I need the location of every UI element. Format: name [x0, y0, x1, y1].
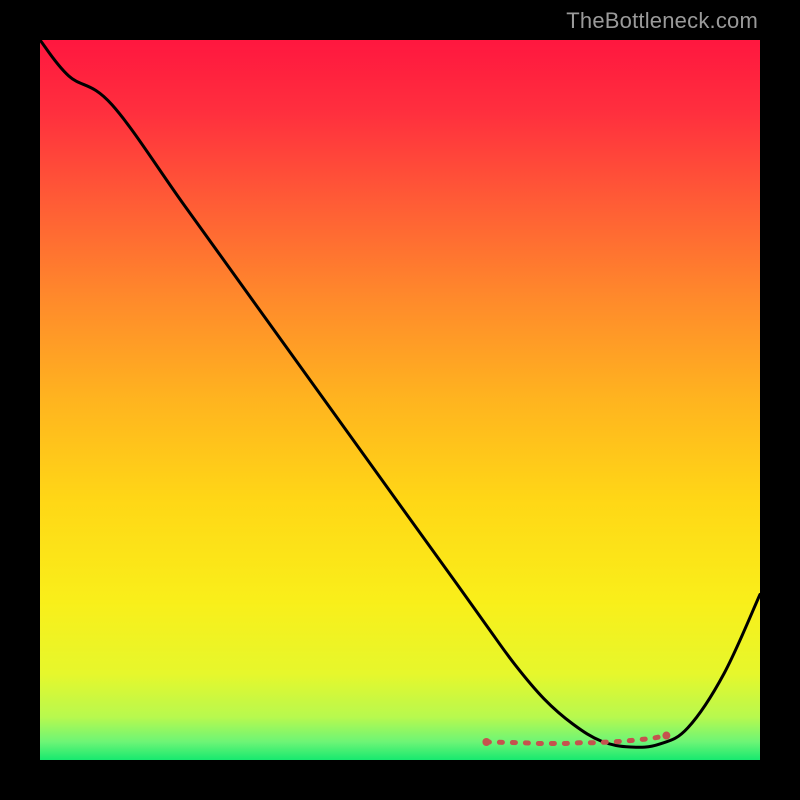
bottleneck-curve-path — [40, 40, 760, 747]
optimal-zone-end-dot — [482, 738, 490, 746]
optimal-zone-dots — [482, 732, 670, 746]
plot-area — [40, 40, 760, 760]
optimal-zone-line — [486, 736, 666, 744]
bottleneck-curve-svg — [40, 40, 760, 760]
optimal-zone-end-dot — [662, 732, 670, 740]
chart-frame: TheBottleneck.com — [0, 0, 800, 800]
watermark-text: TheBottleneck.com — [566, 8, 758, 34]
